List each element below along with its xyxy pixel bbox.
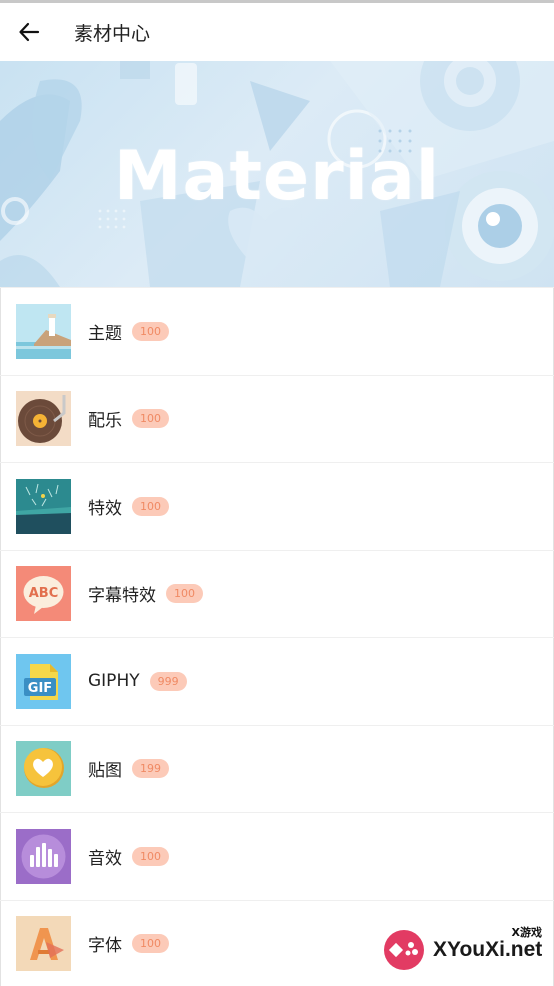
list-item-theme[interactable]: 主题 100 (0, 288, 554, 375)
gif-icon: GIF (16, 653, 71, 709)
item-label: 配乐 (88, 411, 122, 432)
watermark-small-text: X游戏 (511, 926, 542, 939)
sticker-heart-icon (16, 741, 71, 797)
count-badge: 199 (132, 759, 169, 779)
list-item-subtitle-effects[interactable]: ABC 字幕特效 100 (0, 550, 554, 637)
effects-icon (16, 478, 71, 534)
count-badge: 100 (132, 496, 169, 516)
count-badge: 100 (132, 321, 169, 341)
list-item-stickers[interactable]: 贴图 199 (0, 725, 554, 812)
item-label: 字体 (88, 936, 122, 957)
list-item-music[interactable]: 配乐 100 (0, 375, 554, 462)
font-letter-icon (16, 916, 71, 972)
svg-text:GIF: GIF (28, 681, 52, 696)
count-badge: 100 (132, 409, 169, 429)
watermark-logo: XYouXi.net X游戏 (381, 922, 546, 978)
list-item-effects[interactable]: 特效 100 (0, 463, 554, 550)
count-badge: 100 (132, 846, 169, 866)
banner-title: Material (113, 137, 441, 216)
item-label: GIPHY (88, 671, 140, 692)
count-badge: 100 (166, 584, 203, 604)
list-item-sound-effects[interactable]: 音效 100 (0, 813, 554, 900)
page-title: 素材中心 (74, 22, 151, 45)
app-header: 素材中心 (0, 3, 554, 61)
item-label: 特效 (88, 498, 122, 519)
material-list: 主题 100 配乐 100 特效 100 ABC 字幕特效 100 GIF GI… (0, 288, 554, 986)
item-label: 主题 (88, 323, 122, 344)
count-badge: 100 (132, 934, 169, 954)
gamepad-icon (384, 930, 424, 970)
item-label: 音效 (88, 848, 122, 869)
material-banner[interactable]: Material (0, 61, 554, 287)
sound-bars-icon (16, 828, 71, 884)
svg-text:ABC: ABC (29, 586, 59, 601)
music-record-icon (16, 391, 71, 447)
item-label: 贴图 (88, 761, 122, 782)
item-label: 字幕特效 (88, 586, 156, 607)
arrow-left-icon (19, 22, 40, 42)
theme-lighthouse-icon (16, 303, 71, 359)
subtitle-abc-icon: ABC (16, 566, 71, 622)
count-badge: 999 (149, 671, 187, 691)
back-button[interactable] (0, 3, 58, 61)
watermark-text: XYouXi.net (433, 938, 543, 961)
list-item-giphy[interactable]: GIF GIPHY 999 (0, 638, 554, 725)
